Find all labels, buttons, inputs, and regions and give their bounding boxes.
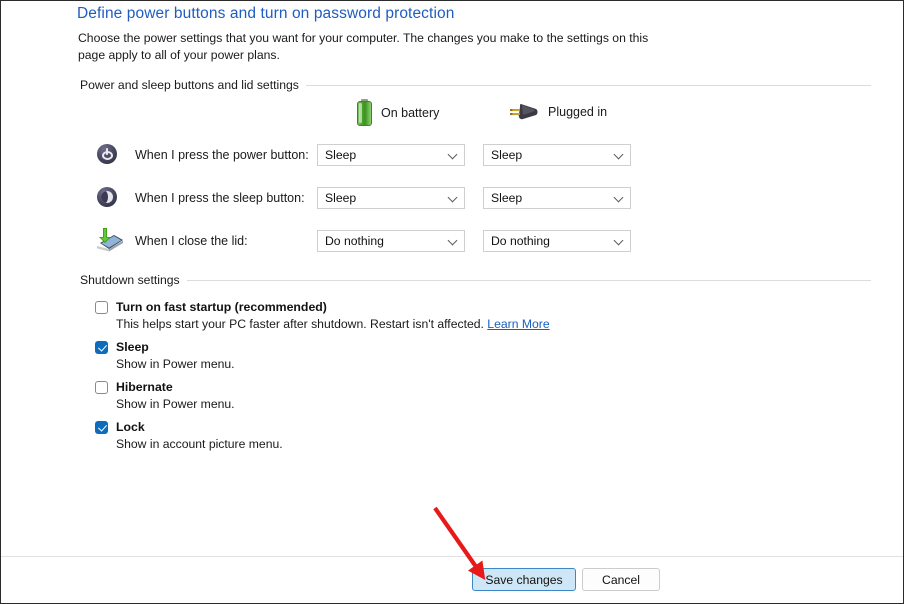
setting-label-close-lid: When I close the lid: — [135, 234, 248, 248]
setting-label-power-button: When I press the power button: — [135, 148, 309, 162]
setting-label-sleep-button: When I press the sleep button: — [135, 191, 305, 205]
setting-row-sleep-button: When I press the sleep button: — [93, 183, 871, 213]
chevron-down-icon — [614, 192, 626, 204]
shutdown-option-hibernate: Hibernate Show in Power menu. — [95, 379, 235, 411]
close-lid-icon — [93, 226, 123, 256]
dropdown-value: Do nothing — [325, 234, 384, 248]
option-label-sleep: Sleep — [116, 340, 149, 354]
shutdown-option-sleep: Sleep Show in Power menu. — [95, 339, 235, 371]
chevron-down-icon — [614, 235, 626, 247]
column-header-plugged-in: Plugged in — [509, 101, 607, 123]
checkbox-fast-startup[interactable] — [95, 301, 108, 314]
column-label-plugged-in: Plugged in — [548, 105, 608, 119]
settings-content: Define power buttons and turn on passwor… — [1, 1, 903, 557]
dropdown-sleep-button-plugged-in[interactable]: Sleep — [483, 187, 631, 209]
shutdown-option-fast-startup: Turn on fast startup (recommended) This … — [95, 299, 550, 331]
battery-icon — [357, 99, 372, 126]
chevron-down-icon — [448, 149, 460, 161]
power-options-window: Define power buttons and turn on passwor… — [0, 0, 904, 604]
chevron-down-icon — [448, 235, 460, 247]
checkbox-lock[interactable] — [95, 421, 108, 434]
power-group-label: Power and sleep buttons and lid settings — [80, 78, 299, 92]
dropdown-close-lid-on-battery[interactable]: Do nothing — [317, 230, 465, 252]
group-divider — [186, 279, 871, 281]
page-title: Define power buttons and turn on passwor… — [77, 5, 455, 22]
dropdown-sleep-button-on-battery[interactable]: Sleep — [317, 187, 465, 209]
chevron-down-icon — [614, 149, 626, 161]
dropdown-value: Do nothing — [491, 234, 550, 248]
checkbox-sleep[interactable] — [95, 341, 108, 354]
chevron-down-icon — [448, 192, 460, 204]
option-label-hibernate: Hibernate — [116, 380, 173, 394]
dropdown-value: Sleep — [325, 148, 357, 162]
page-description: Choose the power settings that you want … — [78, 31, 649, 62]
column-label-on-battery: On battery — [381, 105, 440, 120]
option-description-sleep: Show in Power menu. — [116, 357, 235, 371]
option-label-fast-startup: Turn on fast startup (recommended) — [116, 300, 327, 314]
plug-icon — [509, 101, 539, 123]
save-changes-button[interactable]: Save changes — [472, 568, 576, 591]
dropdown-power-button-on-battery[interactable]: Sleep — [317, 144, 465, 166]
dropdown-value: Sleep — [325, 191, 357, 205]
checkbox-hibernate[interactable] — [95, 381, 108, 394]
dialog-footer: Save changes Cancel — [1, 556, 903, 603]
option-description-hibernate: Show in Power menu. — [116, 397, 235, 411]
power-group-header: Power and sleep buttons and lid settings — [80, 78, 871, 92]
dropdown-close-lid-plugged-in[interactable]: Do nothing — [483, 230, 631, 252]
sleep-button-icon — [93, 183, 123, 213]
column-header-on-battery: On battery — [357, 99, 439, 126]
dropdown-value: Sleep — [491, 148, 523, 162]
option-description-lock: Show in account picture menu. — [116, 437, 283, 451]
setting-row-close-lid: When I close the lid: — [93, 226, 871, 256]
shutdown-group-label: Shutdown settings — [80, 273, 180, 287]
group-divider — [305, 84, 871, 86]
setting-row-power-button: When I press the power button: — [93, 140, 871, 170]
cancel-button[interactable]: Cancel — [582, 568, 660, 591]
option-label-lock: Lock — [116, 420, 145, 434]
shutdown-group-header: Shutdown settings — [80, 273, 871, 287]
dropdown-power-button-plugged-in[interactable]: Sleep — [483, 144, 631, 166]
option-description-fast-startup: This helps start your PC faster after sh… — [116, 317, 550, 331]
power-button-icon — [93, 140, 123, 170]
dropdown-value: Sleep — [491, 191, 523, 205]
learn-more-link[interactable]: Learn More — [487, 317, 549, 331]
shutdown-option-lock: Lock Show in account picture menu. — [95, 419, 283, 451]
